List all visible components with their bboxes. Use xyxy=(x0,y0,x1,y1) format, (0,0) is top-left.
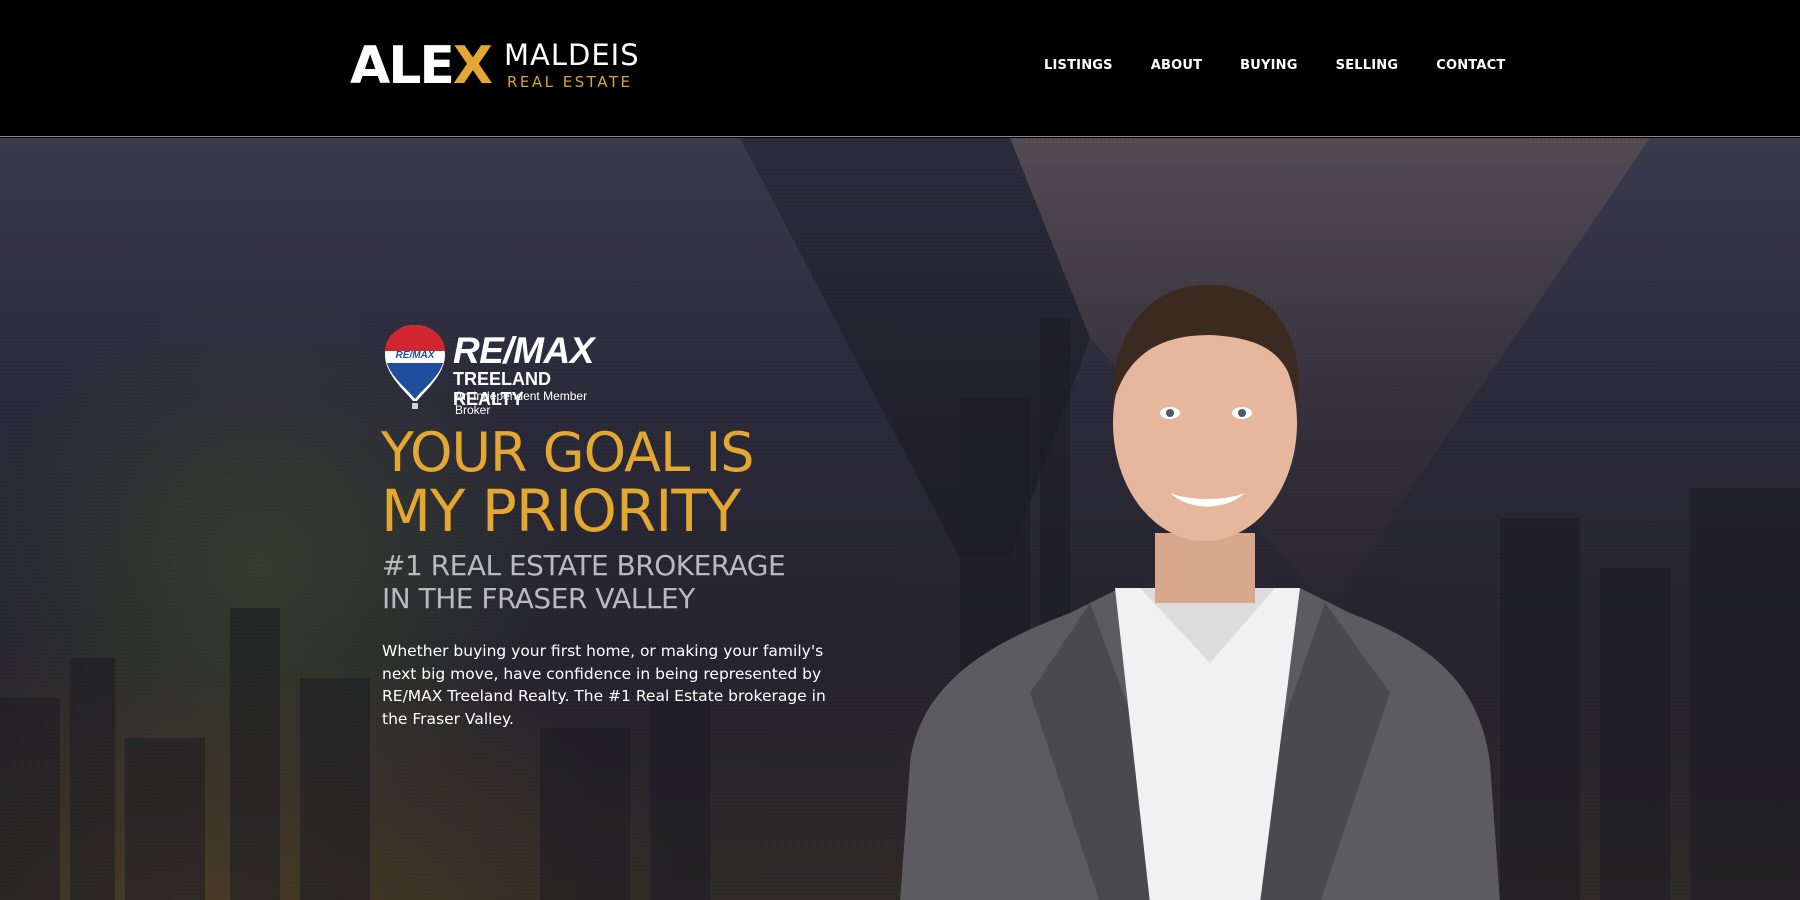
headline-line-1: YOUR GOAL IS xyxy=(381,421,755,484)
balloon-icon: RE/MAX xyxy=(385,325,445,409)
remax-tagline: An Independent Member Broker xyxy=(455,389,588,417)
hero-body-text: Whether buying your first home, or makin… xyxy=(382,642,826,728)
nav-selling[interactable]: SELLING xyxy=(1336,56,1399,76)
hero-subhead: #1 REAL ESTATE BROKERAGE IN THE FRASER V… xyxy=(382,549,786,615)
subhead-line-2: IN THE FRASER VALLEY xyxy=(382,582,695,615)
subhead-line-1: #1 REAL ESTATE BROKERAGE xyxy=(382,549,786,582)
nav-buying[interactable]: BUYING xyxy=(1240,56,1297,76)
nav-listings[interactable]: LISTINGS xyxy=(1044,56,1113,76)
agent-portrait xyxy=(900,284,1500,900)
nav-contact[interactable]: CONTACT xyxy=(1436,56,1505,76)
logo-alex: ALEX xyxy=(350,36,493,96)
headline-line-2: MY PRIORITY xyxy=(381,477,741,545)
nav-about[interactable]: ABOUT xyxy=(1151,56,1202,76)
remax-wordmark: RE/MAX xyxy=(453,330,594,371)
hero-section: RE/MAX RE/MAX TREELAND REALTY An Indepen… xyxy=(0,138,1800,900)
logo-x: X xyxy=(452,36,493,96)
hero-headline: YOUR GOAL IS MY PRIORITY xyxy=(381,421,755,545)
remax-logo[interactable]: RE/MAX RE/MAX TREELAND REALTY An Indepen… xyxy=(383,323,623,417)
brand-logo[interactable]: ALEX MALDEIS REAL ESTATE xyxy=(350,36,640,96)
balloon-label: RE/MAX xyxy=(396,350,436,361)
site-header: ALEX MALDEIS REAL ESTATE LISTINGS ABOUT … xyxy=(0,0,1800,137)
main-nav: LISTINGS ABOUT BUYING SELLING CONTACT xyxy=(1044,56,1543,76)
logo-surname: MALDEIS xyxy=(504,38,640,72)
logo-subtitle: REAL ESTATE xyxy=(507,73,633,91)
